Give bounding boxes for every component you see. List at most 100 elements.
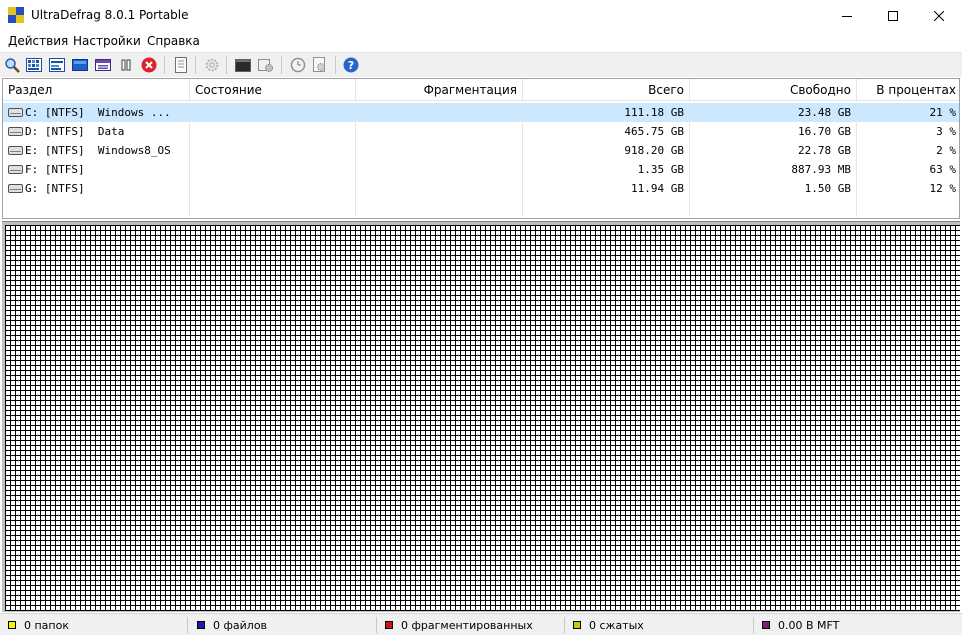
status-compressed-text: 0 сжатых bbox=[589, 618, 644, 632]
volume-list-header: Раздел Состояние Фрагментация Всего Своб… bbox=[3, 79, 959, 101]
pause-button[interactable] bbox=[117, 56, 135, 74]
stop-button[interactable] bbox=[140, 56, 158, 74]
volume-free: 1.50 GB bbox=[690, 179, 857, 198]
status-separator bbox=[564, 617, 565, 633]
volume-free: 23.48 GB bbox=[690, 103, 857, 122]
menu-bar: Действия Настройки Справка bbox=[0, 31, 962, 51]
column-header-total[interactable]: Всего bbox=[523, 79, 690, 101]
volume-row[interactable]: C: [NTFS] Windows ... 111.18 GB 23.48 GB… bbox=[3, 103, 959, 122]
column-header-volume[interactable]: Раздел bbox=[3, 79, 190, 101]
volume-fragmentation bbox=[356, 103, 523, 122]
help-icon: ? bbox=[343, 57, 359, 73]
volume-name: E: [NTFS] Windows8_OS bbox=[3, 141, 190, 160]
ultradefrag-app-icon bbox=[8, 7, 24, 23]
volume-row[interactable]: F: [NTFS] 1.35 GB 887.93 MB 63 % bbox=[3, 160, 959, 179]
volume-status bbox=[190, 179, 356, 198]
status-folders: 0 папок bbox=[8, 614, 69, 635]
quick-optimize-button[interactable] bbox=[48, 56, 66, 74]
settings-gear-icon bbox=[205, 58, 219, 72]
maximize-button[interactable] bbox=[870, 0, 916, 31]
volume-status bbox=[190, 141, 356, 160]
toolbar: ? bbox=[0, 52, 962, 77]
report-button[interactable] bbox=[172, 56, 190, 74]
status-folders-text: 0 папок bbox=[24, 618, 69, 632]
mft-optimize-icon bbox=[95, 59, 111, 71]
volume-percent: 21 % bbox=[929, 106, 957, 119]
volume-total: 111.18 GB bbox=[523, 103, 690, 122]
menu-settings[interactable]: Настройки bbox=[73, 34, 141, 48]
status-separator bbox=[753, 617, 754, 633]
svg-text:?: ? bbox=[348, 59, 354, 72]
analyze-button[interactable] bbox=[3, 56, 21, 74]
mft-legend-icon bbox=[762, 621, 770, 629]
pause-icon bbox=[121, 59, 131, 71]
volume-total: 465.75 GB bbox=[523, 122, 690, 141]
status-files: 0 файлов bbox=[197, 614, 267, 635]
toolbar-separator bbox=[281, 56, 282, 74]
volume-total: 11.94 GB bbox=[523, 179, 690, 198]
volume-list[interactable]: Раздел Состояние Фрагментация Всего Своб… bbox=[2, 78, 960, 219]
menu-help[interactable]: Справка bbox=[147, 34, 200, 48]
status-mft-text: 0.00 В MFT bbox=[778, 618, 840, 632]
volume-row[interactable]: E: [NTFS] Windows8_OS 918.20 GB 22.78 GB… bbox=[3, 141, 959, 160]
volume-row[interactable]: D: [NTFS] Data 465.75 GB 16.70 GB 3 % bbox=[3, 122, 959, 141]
full-optimize-icon bbox=[72, 59, 88, 71]
toolbar-separator bbox=[226, 56, 227, 74]
toolbar-separator bbox=[335, 56, 336, 74]
volume-percent: 12 % bbox=[929, 182, 957, 195]
stop-icon bbox=[141, 57, 157, 73]
settings-button[interactable] bbox=[203, 56, 221, 74]
cluster-map bbox=[5, 225, 960, 611]
scheduler-clock-icon bbox=[290, 57, 306, 73]
boot-script-button[interactable] bbox=[257, 56, 275, 74]
column-header-percent[interactable]: В процентах bbox=[857, 79, 959, 101]
close-icon bbox=[934, 10, 944, 21]
window-title: UltraDefrag 8.0.1 Portable bbox=[31, 8, 189, 22]
compressed-legend-icon bbox=[573, 621, 581, 629]
status-fragmented: 0 фрагментированных bbox=[385, 614, 533, 635]
full-optimize-button[interactable] bbox=[71, 56, 89, 74]
status-fragmented-text: 0 фрагментированных bbox=[401, 618, 533, 632]
minimize-button[interactable] bbox=[824, 0, 870, 31]
boot-console-button[interactable] bbox=[234, 56, 252, 74]
volume-percent: 3 % bbox=[936, 125, 956, 138]
folders-legend-icon bbox=[8, 621, 16, 629]
volume-fragmentation bbox=[356, 141, 523, 160]
help-button[interactable]: ? bbox=[342, 56, 360, 74]
fragmented-legend-icon bbox=[385, 621, 393, 629]
volume-total: 1.35 GB bbox=[523, 160, 690, 179]
column-header-free[interactable]: Свободно bbox=[690, 79, 857, 101]
boot-script-icon bbox=[258, 59, 273, 72]
volume-fragmentation bbox=[356, 122, 523, 141]
defragment-button[interactable] bbox=[25, 56, 43, 74]
toolbar-separator bbox=[164, 56, 165, 74]
close-button[interactable] bbox=[916, 0, 962, 31]
empty-list-row bbox=[3, 198, 959, 217]
job-config-icon bbox=[313, 57, 325, 72]
volume-name: C: [NTFS] Windows ... bbox=[3, 103, 190, 122]
volume-name: G: [NTFS] bbox=[3, 179, 190, 198]
volume-status bbox=[190, 103, 356, 122]
maximize-icon bbox=[888, 10, 898, 21]
volume-status bbox=[190, 122, 356, 141]
volume-fragmentation bbox=[356, 160, 523, 179]
status-compressed: 0 сжатых bbox=[573, 614, 644, 635]
volume-free: 887.93 MB bbox=[690, 160, 857, 179]
volume-name: D: [NTFS] Data bbox=[3, 122, 190, 141]
volume-status bbox=[190, 160, 356, 179]
scheduler-button[interactable] bbox=[289, 56, 307, 74]
minimize-icon bbox=[842, 15, 852, 17]
mft-optimize-button[interactable] bbox=[94, 56, 112, 74]
cluster-map-frame bbox=[2, 221, 960, 612]
column-header-fragmentation[interactable]: Фрагментация bbox=[356, 79, 523, 101]
report-icon bbox=[175, 57, 187, 73]
status-files-text: 0 файлов bbox=[213, 618, 268, 632]
defragment-icon bbox=[26, 58, 42, 72]
menu-actions[interactable]: Действия bbox=[8, 34, 68, 48]
column-header-status[interactable]: Состояние bbox=[190, 79, 356, 101]
volume-percent: 63 % bbox=[929, 163, 957, 176]
title-bar: UltraDefrag 8.0.1 Portable bbox=[0, 0, 962, 31]
boot-console-icon bbox=[235, 58, 251, 72]
volume-row[interactable]: G: [NTFS] 11.94 GB 1.50 GB 12 % bbox=[3, 179, 959, 198]
job-config-button[interactable] bbox=[311, 56, 329, 74]
